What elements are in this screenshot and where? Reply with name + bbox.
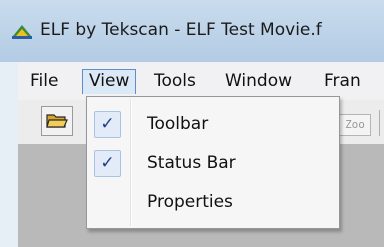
view-menu-dropdown: ✓ Toolbar ✓ Status Bar Properties [86,96,340,229]
menu-item-status-bar[interactable]: ✓ Status Bar [90,147,336,181]
menu-window[interactable]: Window [219,69,298,94]
zoom-button[interactable]: Zoo [339,114,371,136]
toolbar-separator [379,110,380,136]
folder-open-icon [46,114,68,128]
title-bar: ELF by Tekscan - ELF Test Movie.f [0,0,384,62]
menu-file[interactable]: File [24,69,64,94]
menu-item-label: Status Bar [147,153,236,173]
window-title: ELF by Tekscan - ELF Test Movie.f [40,20,322,40]
menu-tools[interactable]: Tools [148,69,202,94]
checkmark-icon: ✓ [94,111,121,138]
menu-frame[interactable]: Fran [318,69,367,94]
elf-app-icon [11,22,33,40]
checkmark-icon: ✓ [94,150,121,177]
menu-item-label: Toolbar [147,114,209,134]
menu-item-label: Properties [147,192,233,212]
menu-item-toolbar[interactable]: ✓ Toolbar [90,108,336,142]
menu-item-properties[interactable]: Properties [90,186,336,220]
window-left-frame [0,62,18,247]
menu-view[interactable]: View [82,69,137,94]
open-button[interactable] [41,106,73,136]
